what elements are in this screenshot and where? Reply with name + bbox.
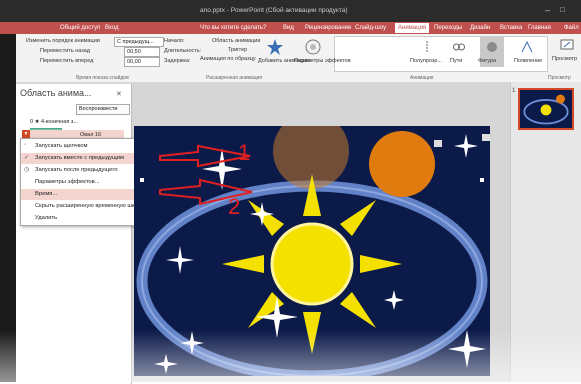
- mark-1: 1: [238, 140, 250, 165]
- slide-thumbnail[interactable]: [518, 88, 574, 130]
- mark-2: 2: [228, 194, 240, 219]
- slide-number: 1: [512, 88, 516, 94]
- arrow-1: [159, 144, 251, 168]
- annotation-overlay: 1 2: [159, 140, 253, 219]
- bottom-fade: [0, 330, 581, 382]
